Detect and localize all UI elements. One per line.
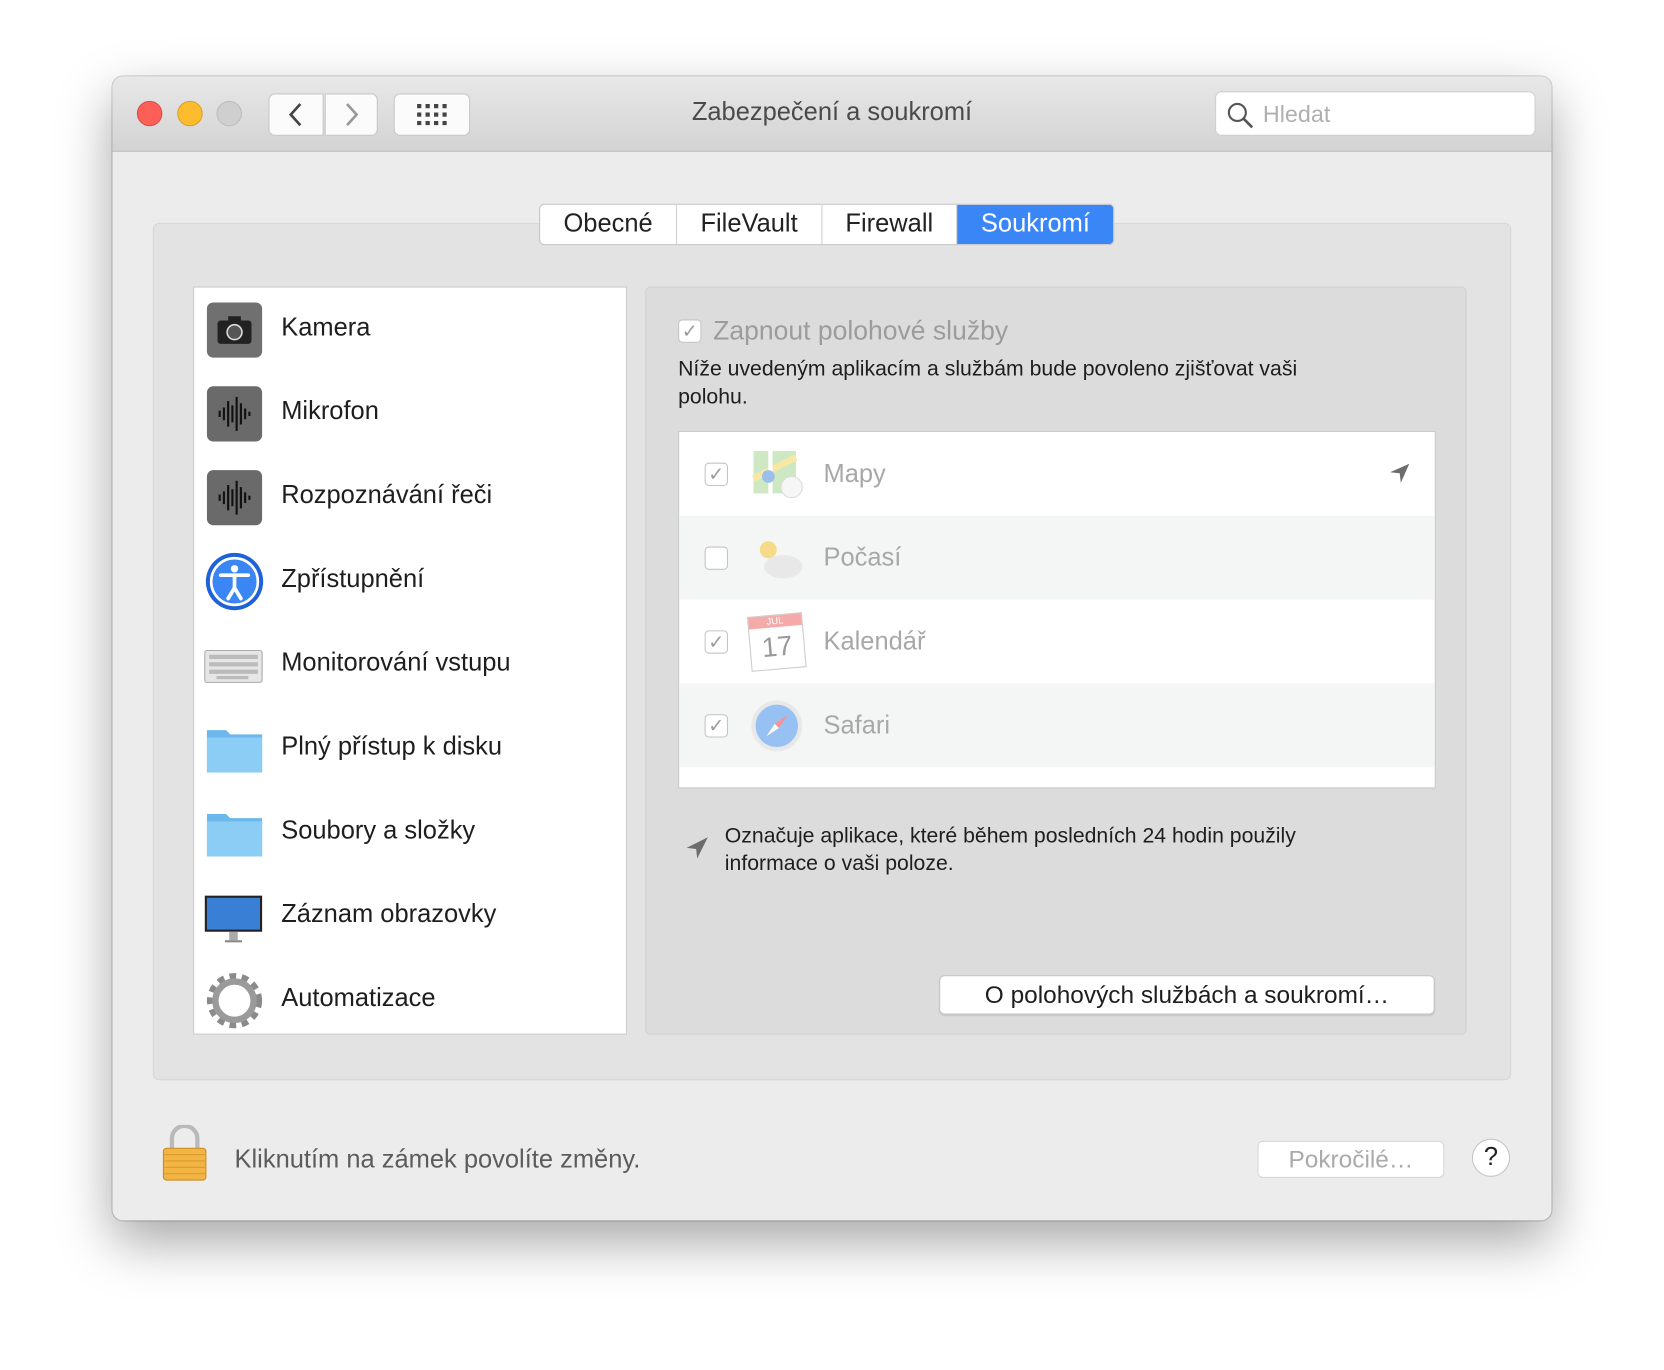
safari-icon xyxy=(751,700,803,752)
microphone-icon xyxy=(206,386,263,442)
search-input[interactable]: Hledat xyxy=(1215,91,1536,136)
tab-privacy[interactable]: Soukromí xyxy=(957,204,1114,245)
tab-bar: Obecné FileVault Firewall Soukromí xyxy=(539,203,1115,246)
app-row-safari[interactable]: ✓ Safari xyxy=(679,683,1435,768)
app-row-weather[interactable]: Počasí xyxy=(679,515,1435,600)
folder-icon xyxy=(206,813,263,857)
app-row-maps[interactable]: ✓ Mapy xyxy=(679,432,1435,516)
gear-icon xyxy=(206,973,263,1029)
sidebar-item-microphone[interactable]: Mikrofon xyxy=(194,371,626,455)
window: Zabezpečení a soukromí Hledat Obecné Fil… xyxy=(112,76,1552,1221)
titlebar: Zabezpečení a soukromí Hledat xyxy=(112,76,1552,152)
app-checkbox[interactable]: ✓ xyxy=(704,714,728,738)
sidebar-item-screen-recording[interactable]: Záznam obrazovky xyxy=(194,874,626,958)
location-apps-list: ✓ Mapy Počasí ✓ JUL 17 Kalendář ✓ Safari xyxy=(678,430,1436,789)
enable-location-label: Zapnout polohové služby xyxy=(713,316,1009,346)
app-checkbox[interactable]: ✓ xyxy=(704,462,728,487)
maps-icon xyxy=(752,451,803,499)
tab-firewall[interactable]: Firewall xyxy=(822,204,958,245)
advanced-button[interactable]: Pokročilé… xyxy=(1257,1140,1445,1178)
app-checkbox[interactable]: ✓ xyxy=(704,630,728,654)
display-icon xyxy=(204,895,263,943)
tab-filevault[interactable]: FileVault xyxy=(677,204,823,245)
recent-location-note: Označuje aplikace, které během posledníc… xyxy=(724,824,1296,876)
lock-icon[interactable] xyxy=(162,1124,207,1182)
lock-message: Kliknutím na zámek povolíte změny. xyxy=(234,1145,641,1174)
sidebar-item-accessibility[interactable]: Zpřístupnění xyxy=(194,539,626,623)
calendar-icon: JUL 17 xyxy=(746,612,807,672)
location-services-panel: ✓ Zapnout polohové služby Níže uvedeným … xyxy=(645,286,1467,1035)
privacy-category-list: Kamera Mikrofon Rozpoznávání řeči Zpříst… xyxy=(193,286,628,1035)
help-button[interactable]: ? xyxy=(1471,1138,1511,1177)
about-location-privacy-button[interactable]: O polohových službách a soukromí… xyxy=(939,975,1435,1015)
keyboard-icon xyxy=(204,649,263,683)
sidebar-item-full-disk-access[interactable]: Plný přístup k disku xyxy=(194,707,626,791)
location-arrow-icon xyxy=(686,837,708,859)
sidebar-item-input-monitoring[interactable]: Monitorování vstupu xyxy=(194,623,626,707)
accessibility-icon xyxy=(205,552,264,611)
search-placeholder: Hledat xyxy=(1262,100,1331,128)
camera-icon xyxy=(206,302,263,358)
weather-icon xyxy=(759,541,803,579)
search-icon xyxy=(1227,102,1254,129)
sidebar-item-files-and-folders[interactable]: Soubory a složky xyxy=(194,791,626,875)
folder-icon xyxy=(206,730,263,773)
location-description: Níže uvedeným aplikacím a službám bude p… xyxy=(678,357,1298,409)
sidebar-item-speech-recognition[interactable]: Rozpoznávání řeči xyxy=(194,455,626,539)
sidebar-item-camera[interactable]: Kamera xyxy=(194,288,626,372)
location-arrow-icon xyxy=(1390,463,1410,483)
tab-general[interactable]: Obecné xyxy=(540,204,678,245)
app-row-calendar[interactable]: ✓ JUL 17 Kalendář xyxy=(679,600,1435,684)
speech-recognition-icon xyxy=(206,470,263,526)
enable-location-checkbox[interactable]: ✓ xyxy=(678,319,702,343)
app-checkbox[interactable] xyxy=(704,546,728,570)
sidebar-item-automation[interactable]: Automatizace xyxy=(194,958,626,1042)
